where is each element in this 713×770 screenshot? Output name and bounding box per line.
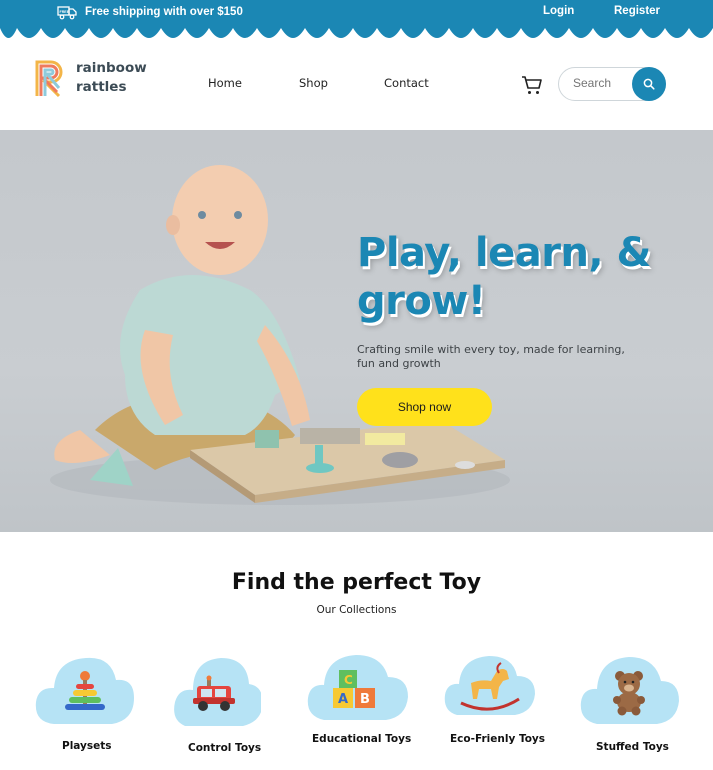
nav-shop[interactable]: Shop: [299, 76, 328, 90]
promo-bar: FREE Free shipping with over $150 Login …: [0, 0, 713, 26]
cart-icon[interactable]: [521, 74, 543, 96]
collection-label-control-toys: Control Toys: [188, 742, 262, 754]
shipping-notice: FREE Free shipping with over $150: [57, 4, 243, 20]
brand-name-line2: rattles: [76, 79, 127, 95]
hero-subtitle: Crafting smile with every toy, made for …: [357, 343, 625, 370]
brand-name-line1: rainboow: [76, 60, 147, 76]
collection-stuffed-toys[interactable]: [579, 654, 679, 728]
collection-label-educational-toys: Educational Toys: [312, 733, 412, 745]
nav-home[interactable]: Home: [208, 76, 242, 90]
rainbow-r-logo-icon: [35, 60, 63, 98]
collection-eco-friendly-toys[interactable]: [443, 653, 535, 719]
register-link[interactable]: Register: [614, 5, 660, 17]
search-button[interactable]: [632, 67, 666, 101]
collections-title: Find the perfect Toy: [231, 570, 482, 595]
abc-blocks-icon: C A B: [307, 655, 408, 720]
collection-label-eco-friendly-toys: Eco-Frienly Toys: [450, 733, 546, 745]
hero-baby-photo: [50, 165, 510, 505]
brand-name: rainboow rattles: [76, 59, 147, 97]
hero-title: Play, learn, & grow!: [357, 230, 651, 324]
shop-now-button[interactable]: Shop now: [357, 388, 492, 426]
shipping-text: Free shipping with over $150: [85, 6, 243, 18]
svg-text:C: C: [344, 673, 353, 687]
collection-control-toys[interactable]: [171, 654, 261, 732]
collection-educational-toys[interactable]: C A B: [306, 652, 408, 722]
collection-label-playsets: Playsets: [62, 740, 112, 752]
truck-icon: FREE: [57, 6, 77, 20]
teddy-bear-icon: [580, 657, 679, 724]
rocking-horse-icon: [444, 656, 535, 715]
collections-subtitle: Our Collections: [316, 604, 397, 616]
svg-text:A: A: [338, 692, 348, 707]
svg-text:FREE: FREE: [60, 10, 70, 14]
login-link[interactable]: Login: [543, 5, 574, 17]
svg-text:B: B: [360, 692, 370, 707]
brand-logo[interactable]: rainboow rattles: [34, 58, 147, 98]
toy-car-icon: [174, 658, 261, 726]
collection-playsets[interactable]: [34, 654, 136, 729]
search-input[interactable]: [573, 76, 631, 90]
hero-banner: Play, learn, & grow! Crafting smile with…: [0, 130, 713, 532]
stacking-rings-icon: [35, 657, 134, 724]
scalloped-divider: [0, 26, 713, 38]
collection-label-stuffed-toys: Stuffed Toys: [596, 741, 669, 753]
nav-contact[interactable]: Contact: [384, 76, 429, 90]
search-icon: [643, 78, 655, 90]
site-header: rainboow rattles Home Shop Contact: [0, 38, 713, 130]
